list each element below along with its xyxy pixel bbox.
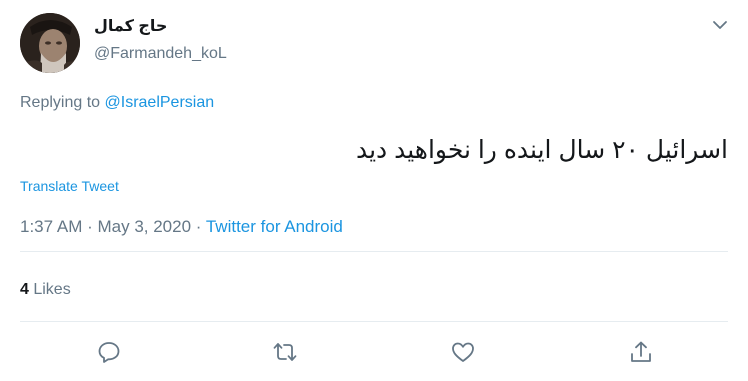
meta-separator: · bbox=[191, 217, 206, 236]
tweet-card: حاج کمال @Farmandeh_koL Replying to @Isr… bbox=[0, 0, 748, 381]
tweet-text: اسرائیل ۲۰ سال اینده را نخواهید دید bbox=[355, 136, 728, 164]
reply-mention-link[interactable]: @IsraelPersian bbox=[105, 94, 215, 111]
reply-icon[interactable] bbox=[96, 339, 122, 365]
tweet-metadata: 1:37 AM · May 3, 2020 · Twitter for Andr… bbox=[20, 217, 343, 237]
translate-tweet-link[interactable]: Translate Tweet bbox=[20, 178, 119, 194]
display-name[interactable]: حاج کمال bbox=[94, 16, 167, 36]
user-handle[interactable]: @Farmandeh_koL bbox=[94, 45, 227, 63]
tweet-time[interactable]: 1:37 AM bbox=[20, 217, 82, 236]
retweet-icon[interactable] bbox=[272, 339, 298, 365]
replying-to: Replying to @IsraelPersian bbox=[20, 94, 214, 112]
replying-to-label: Replying to bbox=[20, 94, 105, 111]
like-icon[interactable] bbox=[450, 339, 476, 365]
likes-count: 4 bbox=[20, 281, 29, 298]
likes-stat[interactable]: 4 Likes bbox=[20, 281, 71, 299]
chevron-down-icon[interactable] bbox=[710, 15, 730, 35]
share-icon[interactable] bbox=[628, 339, 654, 365]
likes-label: Likes bbox=[28, 281, 71, 298]
avatar[interactable] bbox=[20, 13, 80, 73]
tweet-date[interactable]: May 3, 2020 bbox=[97, 217, 191, 236]
tweet-source-link[interactable]: Twitter for Android bbox=[206, 217, 343, 236]
divider bbox=[20, 251, 728, 252]
meta-separator: · bbox=[82, 217, 98, 236]
divider bbox=[20, 321, 728, 322]
